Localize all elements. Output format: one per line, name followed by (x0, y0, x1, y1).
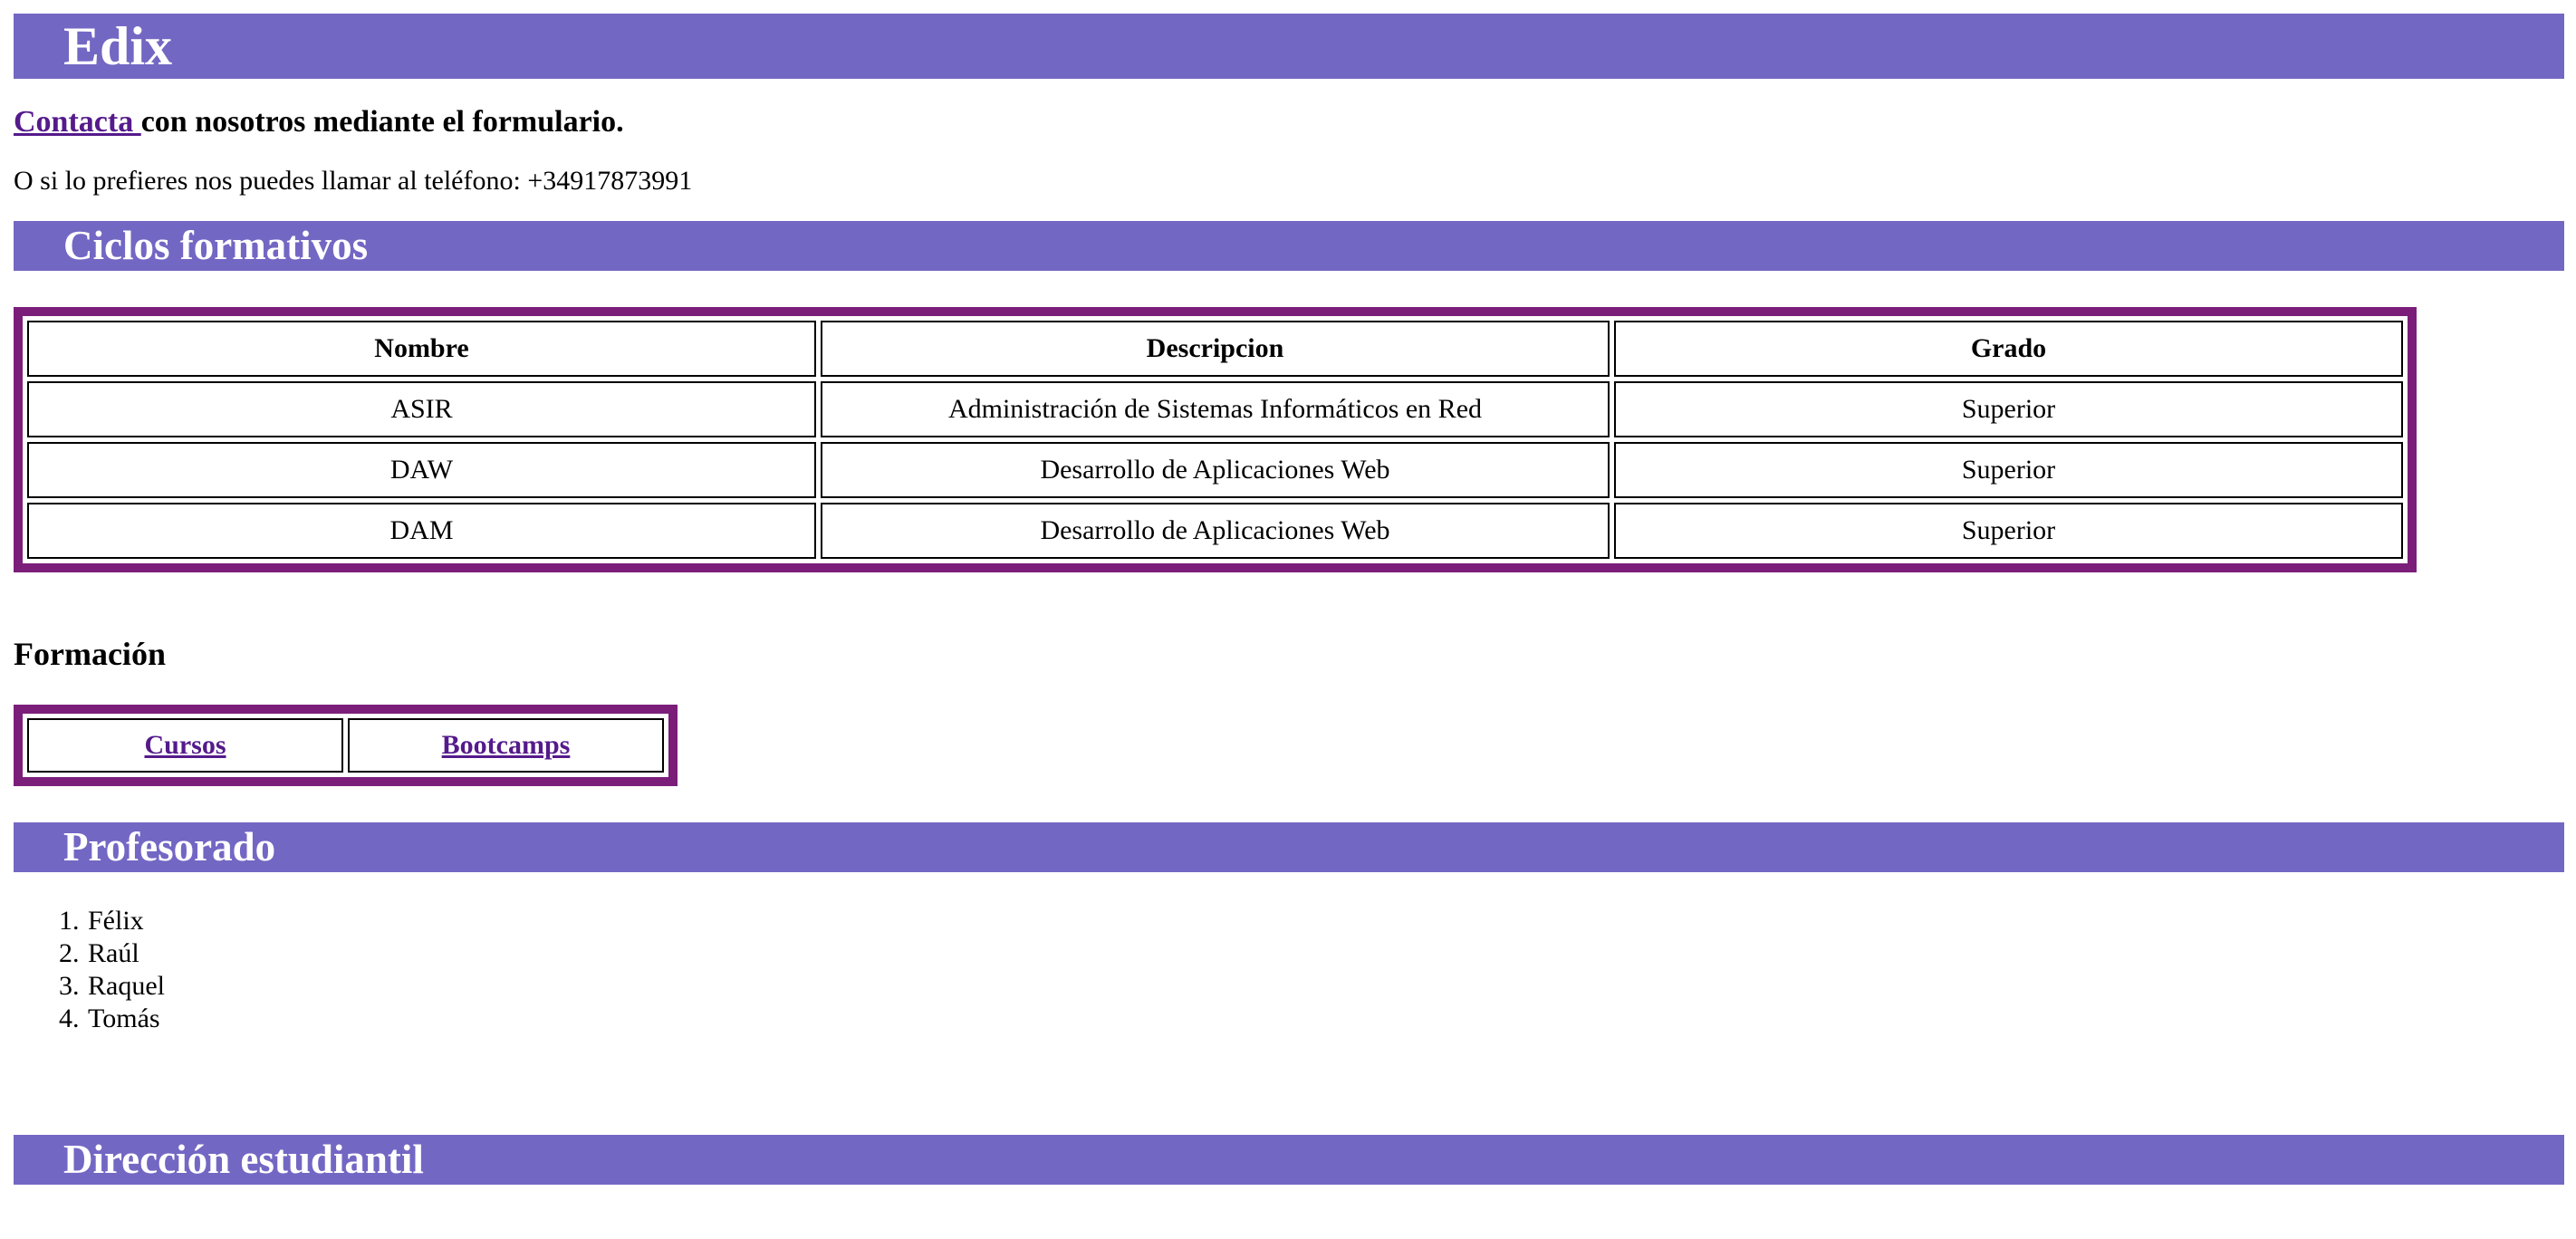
contact-text: con nosotros mediante el formulario. (140, 105, 624, 139)
cell-descripcion: Desarrollo de Aplicaciones Web (821, 503, 1610, 559)
table-row: ASIR Administración de Sistemas Informát… (27, 381, 2403, 437)
cursos-link[interactable]: Cursos (144, 730, 226, 760)
cycles-table: Nombre Descripcion Grado ASIR Administra… (14, 307, 2417, 572)
cell-descripcion: Administración de Sistemas Informáticos … (821, 381, 1610, 437)
cell-descripcion: Desarrollo de Aplicaciones Web (821, 442, 1610, 498)
cell-nombre: DAM (27, 503, 816, 559)
site-title: Edix (14, 14, 2564, 79)
section-title-cycles: Ciclos formativos (14, 221, 2564, 271)
page: Edix Contacta con nosotros mediante el f… (14, 14, 2564, 1185)
teachers-list: Félix Raúl Raquel Tomás (14, 905, 2564, 1035)
cell-nombre: ASIR (27, 381, 816, 437)
training-heading: Formación (14, 636, 166, 672)
table-header-row: Nombre Descripcion Grado (27, 321, 2403, 377)
cell-nombre: DAW (27, 442, 816, 498)
cell-grado: Superior (1614, 503, 2403, 559)
bootcamps-link[interactable]: Bootcamps (442, 730, 571, 760)
cell-grado: Superior (1614, 442, 2403, 498)
list-item: Félix (86, 905, 2564, 937)
column-header-nombre: Nombre (27, 321, 816, 377)
training-cell-cursos: Cursos (27, 718, 343, 773)
list-item: Raquel (86, 970, 2564, 1003)
phone-text: O si lo prefieres nos puedes llamar al t… (14, 166, 693, 196)
contact-heading: Contacta con nosotros mediante el formul… (14, 95, 2564, 149)
section-title-teachers: Profesorado (14, 822, 2564, 872)
table-row: DAM Desarrollo de Aplicaciones Web Super… (27, 503, 2403, 559)
section-title-student-direction: Dirección estudiantil (14, 1135, 2564, 1185)
list-item: Tomás (86, 1003, 2564, 1035)
column-header-descripcion: Descripcion (821, 321, 1610, 377)
column-header-grado: Grado (1614, 321, 2403, 377)
list-item: Raúl (86, 937, 2564, 970)
table-row: Cursos Bootcamps (27, 718, 664, 773)
table-row: DAW Desarrollo de Aplicaciones Web Super… (27, 442, 2403, 498)
training-cell-bootcamps: Bootcamps (348, 718, 664, 773)
contact-link[interactable]: Contacta (14, 105, 141, 139)
cell-grado: Superior (1614, 381, 2403, 437)
training-table: Cursos Bootcamps (14, 705, 678, 786)
